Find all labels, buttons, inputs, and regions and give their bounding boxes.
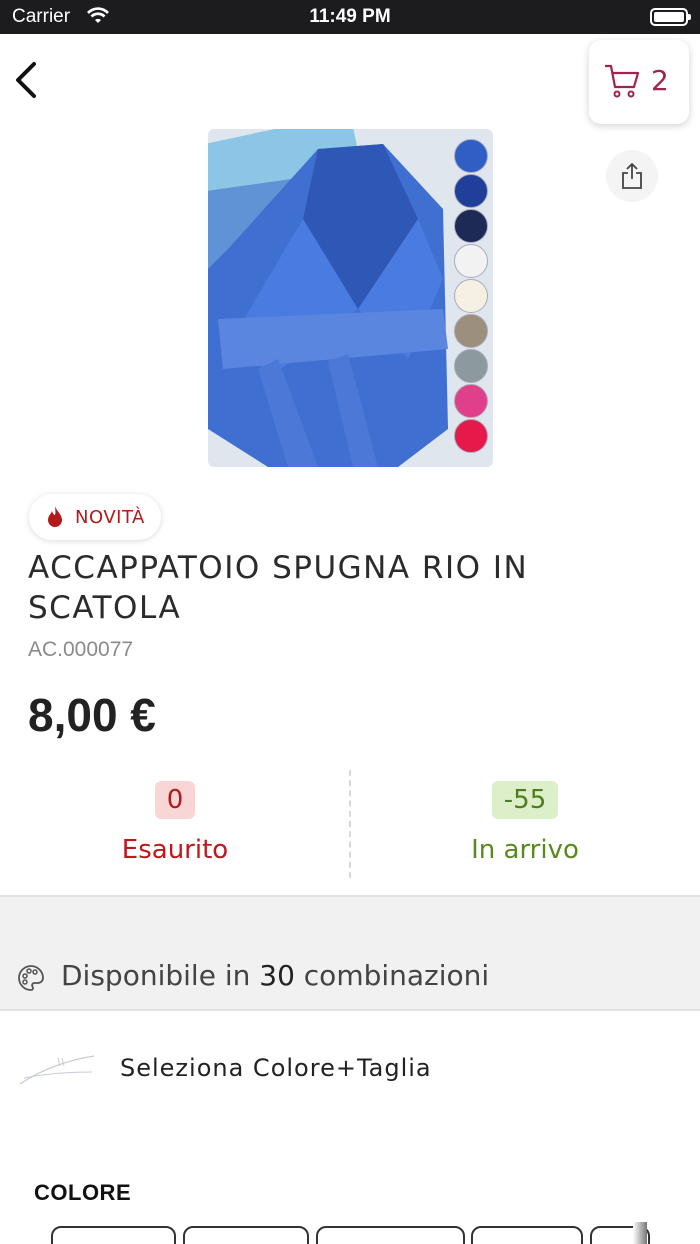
stock-incoming: -55 In arrivo: [350, 770, 700, 880]
swatch-4: [454, 244, 488, 278]
select-color-size-label[interactable]: Seleziona Colore+Taglia: [120, 1054, 432, 1082]
battery-icon: [650, 8, 691, 26]
cart-icon: [605, 64, 640, 98]
combinations-text: Disponibile in 30 combinazioni: [61, 959, 489, 992]
swatch-1: [454, 139, 488, 173]
brand-logo: [19, 1055, 95, 1085]
product-sku: AC.000077: [28, 638, 134, 661]
combinations-count: 30: [259, 959, 295, 992]
color-section-heading: COLORE: [34, 1180, 132, 1205]
combinations-bar: Disponibile in 30 combinazioni: [0, 895, 700, 1011]
chevron-left-icon: [16, 62, 36, 98]
available-qty-badge: 0: [154, 781, 196, 819]
stock-available: 0 Esaurito: [0, 770, 350, 880]
share-button[interactable]: [606, 150, 658, 202]
incoming-qty-badge: -55: [491, 781, 559, 819]
clock: 11:49 PM: [309, 6, 391, 27]
swatch-9: [454, 419, 488, 453]
swatch-3: [454, 209, 488, 243]
color-option[interactable]: [51, 1226, 176, 1244]
color-option[interactable]: [183, 1226, 309, 1244]
swatch-8: [454, 384, 488, 418]
product-title: ACCAPPATOIO SPUGNA RIO IN SCATOLA: [28, 550, 529, 626]
share-icon: [622, 163, 642, 189]
cart-count-badge: 2: [651, 64, 669, 97]
swatch-2: [454, 174, 488, 208]
color-option[interactable]: [316, 1226, 465, 1244]
incoming-label: In arrivo: [471, 835, 579, 865]
cart-button[interactable]: 2: [589, 40, 689, 124]
swatch-7: [454, 349, 488, 383]
flame-icon: [48, 506, 62, 527]
swatch-6: [454, 314, 488, 348]
bathrobe-illustration: [208, 144, 448, 467]
new-badge: NOVITÀ: [29, 494, 161, 540]
combinations-suffix: combinazioni: [294, 959, 490, 992]
scroll-fade: [633, 1222, 647, 1244]
product-image[interactable]: [208, 129, 493, 467]
new-badge-label: NOVITÀ: [75, 507, 145, 528]
back-button[interactable]: [8, 56, 48, 104]
available-label: Esaurito: [121, 835, 229, 865]
palette-icon: [18, 965, 44, 991]
color-option[interactable]: [471, 1226, 583, 1244]
combinations-prefix: Disponibile in: [61, 959, 260, 992]
product-price: 8,00 €: [28, 689, 156, 741]
status-bar: Carrier 11:49 PM: [0, 0, 700, 34]
swatch-5: [454, 279, 488, 313]
